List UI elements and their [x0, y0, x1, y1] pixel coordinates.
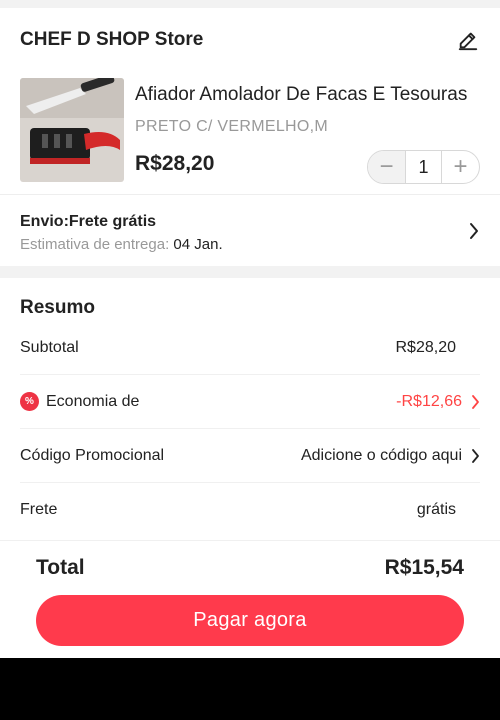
chevron-right-icon	[470, 448, 480, 464]
shipping-row[interactable]: Envio:Frete grátis Estimativa de entrega…	[20, 203, 480, 263]
discount-label-group: % Economia de	[20, 392, 139, 411]
promo-code-value-group: Adicione o código aqui	[301, 447, 480, 465]
pencil-icon	[458, 32, 478, 51]
freight-value: grátis	[416, 501, 456, 518]
chevron-right-icon	[468, 221, 480, 241]
checkout-screen: CHEF D SHOP Store Afiador Amolador De Fa…	[0, 0, 500, 658]
edit-button[interactable]	[456, 28, 480, 52]
store-name[interactable]: CHEF D SHOP Store	[20, 29, 203, 51]
divider	[0, 194, 500, 195]
increase-button[interactable]: +	[442, 151, 479, 183]
freight-label: Frete	[20, 501, 58, 518]
promo-code-action: Adicione o código aqui	[300, 446, 462, 464]
delivery-estimate-label: Estimativa de entrega:	[20, 236, 174, 253]
quantity-input[interactable]: 1	[405, 151, 442, 183]
discount-badge-icon: %	[20, 392, 39, 411]
chevron-right-icon	[470, 394, 480, 410]
quantity-stepper: − 1 +	[367, 150, 480, 184]
discount-row[interactable]: % Economia de -R$12,66	[20, 375, 480, 429]
subtotal-value: R$28,20	[395, 338, 457, 356]
decrease-button[interactable]: −	[368, 151, 405, 183]
promo-code-row[interactable]: Código Promocional Adicione o código aqu…	[20, 429, 480, 483]
product-variant[interactable]: PRETO C/ VERMELHO,M	[135, 118, 328, 136]
summary-title: Resumo	[20, 297, 95, 318]
product-row: Afiador Amolador De Facas E Tesouras PRE…	[20, 78, 480, 184]
discount-value-group: -R$12,66	[396, 393, 480, 411]
checkout-bar: Total R$15,54 Pagar agora	[0, 540, 500, 658]
delivery-date: 04 Jan.	[173, 236, 223, 253]
pay-now-button[interactable]: Pagar agora	[36, 595, 464, 646]
promo-code-label: Código Promocional	[20, 446, 165, 464]
subtotal-row: Subtotal R$28,20	[20, 321, 480, 375]
shipping-label: Envio:Frete grátis	[20, 213, 157, 230]
store-header: CHEF D SHOP Store	[20, 26, 480, 54]
freight-row: Frete grátis	[20, 483, 480, 537]
product-price: R$28,20	[135, 152, 215, 175]
subtotal-label: Subtotal	[20, 338, 79, 356]
product-title[interactable]: Afiador Amolador De Facas E Tesouras	[135, 84, 480, 106]
total-label: Total	[36, 556, 85, 579]
total-value: R$15,54	[384, 556, 464, 579]
store-card: CHEF D SHOP Store Afiador Amolador De Fa…	[0, 8, 500, 266]
discount-label: Economia de	[46, 392, 140, 410]
discount-value: -R$12,66	[396, 392, 462, 410]
product-image[interactable]	[20, 78, 124, 182]
delivery-estimate: Estimativa de entrega: 04 Jan.	[20, 236, 223, 253]
